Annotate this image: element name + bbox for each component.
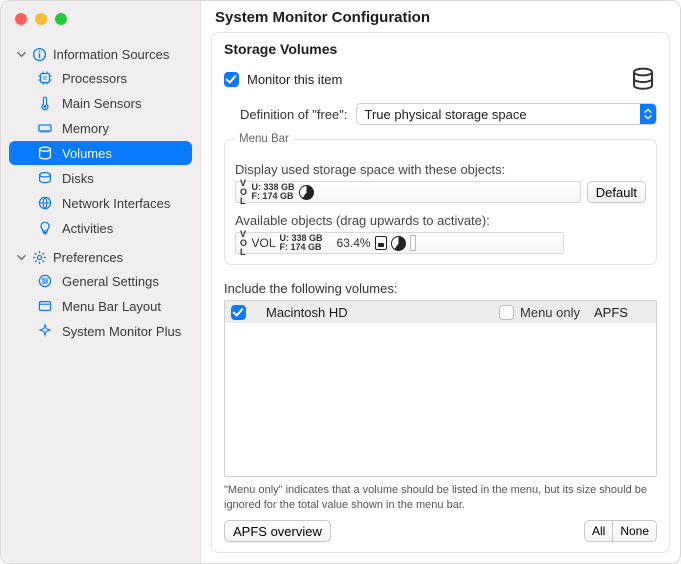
- used-free-stats: U: 338 GB F: 174 GB: [252, 183, 295, 201]
- sidebar-item-volumes[interactable]: Volumes: [9, 141, 192, 165]
- sidebar-item-disks[interactable]: Disks: [9, 166, 192, 190]
- section-label: Preferences: [53, 250, 123, 265]
- chevron-down-icon: [17, 253, 26, 262]
- close-icon[interactable]: [15, 13, 27, 25]
- sidebar-item-label: Network Interfaces: [62, 196, 170, 211]
- menu-only-label: Menu only: [520, 305, 580, 320]
- vol-tag: V O L: [240, 179, 248, 206]
- gear-icon: [32, 250, 47, 265]
- menu-only-checkbox[interactable]: [499, 305, 514, 320]
- sidebar-item-label: Menu Bar Layout: [62, 299, 161, 314]
- monitor-checkbox[interactable]: [224, 72, 239, 87]
- sidebar-item-label: Main Sensors: [62, 96, 141, 111]
- sidebar-item-processors[interactable]: Processors: [9, 66, 192, 90]
- available-objects-strip[interactable]: V O L VOL U: 338 GB F: 174 GB 63.4%: [235, 232, 564, 254]
- sparkle-icon: [37, 323, 53, 339]
- drive-icon: [375, 236, 387, 250]
- apfs-overview-button[interactable]: APFS overview: [224, 520, 331, 542]
- memory-icon: [37, 120, 53, 136]
- section-label: Information Sources: [53, 47, 169, 62]
- network-icon: [37, 195, 53, 211]
- active-objects-strip[interactable]: V O L U: 338 GB F: 174 GB: [235, 181, 581, 203]
- sidebar-item-label: Memory: [62, 121, 109, 136]
- volume-include-checkbox[interactable]: [231, 305, 246, 320]
- sidebar-item-label: System Monitor Plus: [62, 324, 181, 339]
- footnote: "Menu only" indicates that a volume shou…: [224, 483, 657, 512]
- display-label: Display used storage space with these ob…: [235, 162, 646, 177]
- cpu-icon: [37, 70, 53, 86]
- available-label: Available objects (drag upwards to activ…: [235, 213, 646, 228]
- select-arrows-icon: [640, 104, 656, 124]
- vol-word: VOL: [252, 236, 276, 250]
- sidebar-item-label: General Settings: [62, 274, 159, 289]
- monitor-label: Monitor this item: [247, 72, 342, 87]
- info-icon: [32, 47, 47, 62]
- sidebar-item-network[interactable]: Network Interfaces: [9, 191, 192, 215]
- sidebar-item-label: Volumes: [62, 146, 112, 161]
- sidebar-item-memory[interactable]: Memory: [9, 116, 192, 140]
- volume-icon: [37, 145, 53, 161]
- volume-fs: APFS: [594, 305, 650, 320]
- layout-icon: [37, 298, 53, 314]
- chevron-down-icon: [17, 50, 26, 59]
- volumes-table: Macintosh HD Menu only APFS: [224, 300, 657, 477]
- thermometer-icon: [37, 95, 53, 111]
- sidebar-item-label: Processors: [62, 71, 127, 86]
- sidebar-item-main-sensors[interactable]: Main Sensors: [9, 91, 192, 115]
- sidebar-item-menubar-layout[interactable]: Menu Bar Layout: [9, 294, 192, 318]
- table-row[interactable]: Macintosh HD Menu only APFS: [225, 301, 656, 323]
- sidebar-item-label: Disks: [62, 171, 94, 186]
- sliders-icon: [37, 273, 53, 289]
- zoom-icon[interactable]: [55, 13, 67, 25]
- select-all-button[interactable]: All: [584, 520, 612, 542]
- sidebar-item-activities[interactable]: Activities: [9, 216, 192, 240]
- sidebar-item-label: Activities: [62, 221, 113, 236]
- include-label: Include the following volumes:: [224, 281, 657, 296]
- used-free-stats: U: 338 GB F: 174 GB: [280, 234, 323, 252]
- section-preferences[interactable]: Preferences: [9, 246, 192, 269]
- disk-icon: [37, 170, 53, 186]
- vol-tag: V O L: [240, 230, 248, 257]
- menu-bar-group: Menu Bar Display used storage space with…: [224, 139, 657, 265]
- bulb-icon: [37, 220, 53, 236]
- percent-value: 63.4%: [337, 236, 371, 250]
- storage-icon: [629, 65, 657, 93]
- pie-icon: [391, 236, 406, 251]
- group-label: Menu Bar: [235, 133, 293, 145]
- sidebar-item-plus[interactable]: System Monitor Plus: [9, 319, 192, 343]
- default-button[interactable]: Default: [587, 181, 646, 203]
- volume-name: Macintosh HD: [266, 305, 348, 320]
- slot-placeholder: [410, 235, 416, 251]
- page-title: Storage Volumes: [224, 41, 657, 57]
- sidebar-item-general[interactable]: General Settings: [9, 269, 192, 293]
- definition-label: Definition of "free":: [240, 107, 348, 122]
- section-information-sources[interactable]: Information Sources: [9, 43, 192, 66]
- definition-select[interactable]: True physical storage space: [356, 103, 657, 125]
- window-title: System Monitor Configuration: [201, 1, 680, 32]
- definition-value: True physical storage space: [365, 107, 527, 122]
- select-none-button[interactable]: None: [612, 520, 657, 542]
- minimize-icon[interactable]: [35, 13, 47, 25]
- pie-icon: [299, 185, 314, 200]
